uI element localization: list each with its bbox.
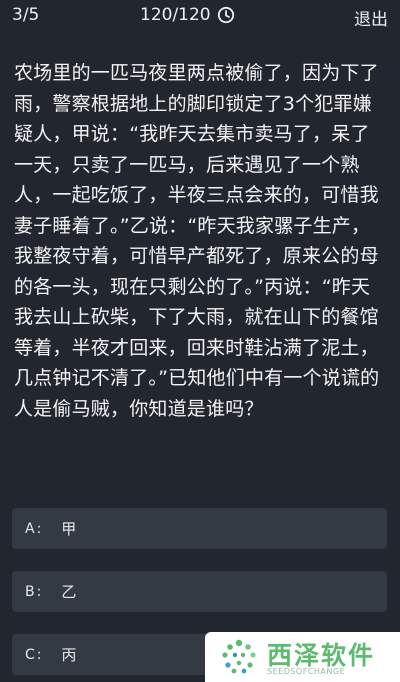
question-text: 农场里的一匹马夜里两点被偷了，因为下了雨，警察根据地上的脚印锁定了3个犯罪嫌疑人… [14,62,380,420]
option-a-button[interactable]: A : 甲 [12,508,387,549]
watermark: 西泽软件 SEEDSOFCHANGE [205,632,400,682]
option-text: 丙 [61,646,77,664]
option-b-button[interactable]: B : 乙 [12,571,387,612]
option-letter: A [25,520,35,537]
watermark-subtitle: SEEDSOFCHANGE [267,667,346,676]
dots-logo-icon [222,639,256,674]
top-bar: 3/5 120/120 退出 [0,0,400,30]
exit-button[interactable]: 退出 [354,5,388,30]
timer: 120/120 [140,5,235,25]
option-text: 甲 [61,520,77,538]
option-letter: C [25,646,35,663]
timer-value: 120/120 [140,5,211,25]
question-progress: 3/5 [12,5,40,25]
option-separator: : [36,583,42,600]
option-text: 乙 [61,583,77,601]
clock-icon [217,6,234,24]
option-separator: : [36,520,42,537]
option-letter: B [25,583,35,600]
option-separator: : [36,646,42,663]
